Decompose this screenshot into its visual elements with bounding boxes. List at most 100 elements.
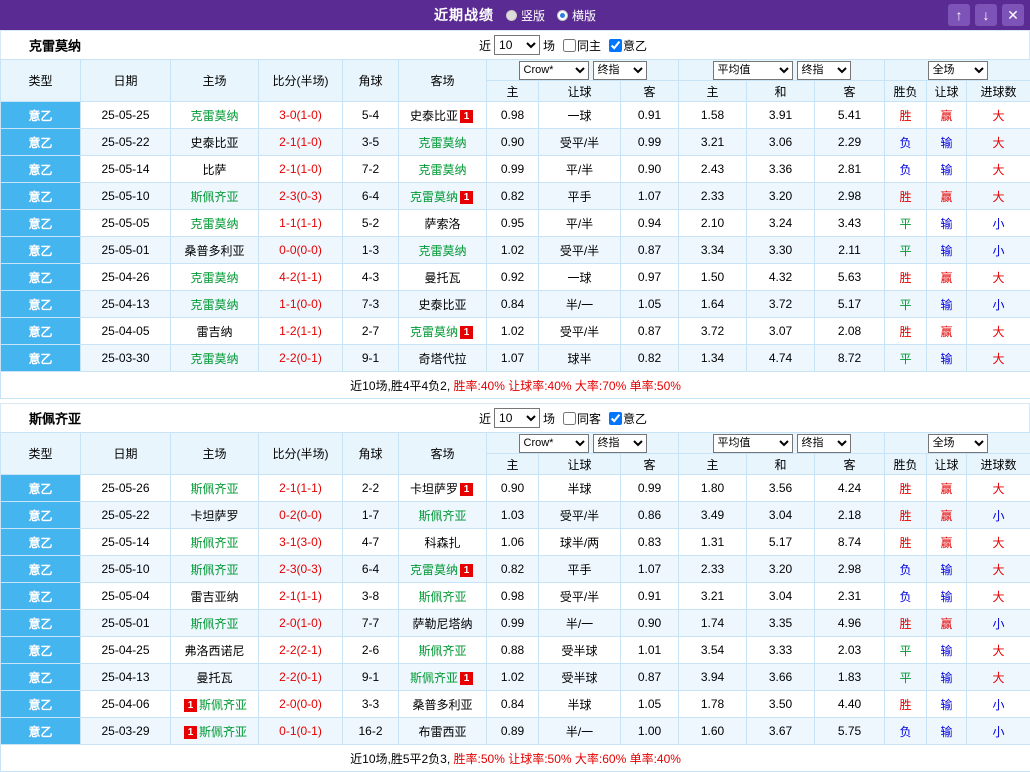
home-team-cell-name: 斯佩齐亚: [190, 563, 238, 577]
result-cell: 胜: [885, 610, 927, 637]
league-cell: 意乙: [1, 502, 81, 529]
asian-handicap: 受平/半: [539, 583, 621, 610]
euro-home-odds: 1.80: [679, 475, 747, 502]
home-team-cell: 斯佩齐亚: [171, 475, 259, 502]
score-cell[interactable]: 2-1(1-0): [259, 156, 343, 183]
header-select-group: Crow*终指: [487, 433, 679, 454]
euro-draw-odds: 3.30: [747, 237, 815, 264]
table-row: 意乙25-05-22卡坦萨罗0-2(0-0)1-7斯佩齐亚1.03受平/半0.8…: [1, 502, 1030, 529]
score-cell[interactable]: 2-3(0-3): [259, 183, 343, 210]
home-team-cell: 比萨: [171, 156, 259, 183]
move-up-button[interactable]: ↑: [948, 4, 970, 26]
result-cell: 平: [885, 664, 927, 691]
score-cell[interactable]: 2-2(2-1): [259, 637, 343, 664]
home-team-cell: 斯佩齐亚: [171, 556, 259, 583]
horizontal-layout-radio[interactable]: 横版: [557, 7, 596, 24]
table-row: 意乙25-04-13克雷莫纳1-1(0-0)7-3史泰比亚0.84半/一1.05…: [1, 291, 1030, 318]
score-cell[interactable]: 1-1(1-1): [259, 210, 343, 237]
euro-away-odds: 8.72: [815, 345, 885, 372]
league-cell: 意乙: [1, 156, 81, 183]
final-odds-select-2[interactable]: 终指: [797, 434, 851, 453]
date-cell: 25-05-10: [81, 183, 171, 210]
home-team-cell-name: 克雷莫纳: [190, 217, 238, 231]
goals-result-cell: 大: [967, 529, 1030, 556]
same-venue-label: 同客: [577, 410, 601, 427]
same-venue-option[interactable]: 同主: [563, 37, 601, 54]
corner-cell: 2-2: [343, 475, 399, 502]
league-cell: 意乙: [1, 183, 81, 210]
final-odds-select[interactable]: 终指: [593, 434, 647, 453]
league-only-option[interactable]: 意乙: [609, 410, 647, 427]
asian-home-odds: 0.90: [487, 475, 539, 502]
corner-cell: 6-4: [343, 556, 399, 583]
table-row: 意乙25-05-10斯佩齐亚2-3(0-3)6-4克雷莫纳10.82平手1.07…: [1, 556, 1030, 583]
rank-badge: 1: [460, 191, 473, 204]
asian-away-odds: 0.87: [621, 664, 679, 691]
corner-cell: 9-1: [343, 664, 399, 691]
score-cell[interactable]: 0-2(0-0): [259, 502, 343, 529]
recent-count-select[interactable]: 10: [494, 35, 540, 55]
score-cell[interactable]: 2-0(0-0): [259, 691, 343, 718]
final-odds-select[interactable]: 终指: [593, 61, 647, 80]
final-odds-select-2[interactable]: 终指: [797, 61, 851, 80]
rank-badge: 1: [460, 564, 473, 577]
result-cell: 胜: [885, 502, 927, 529]
full-match-select[interactable]: 全场: [928, 61, 988, 80]
close-button[interactable]: ✕: [1002, 4, 1024, 26]
score-cell[interactable]: 2-1(1-0): [259, 129, 343, 156]
score-cell[interactable]: 2-2(0-1): [259, 345, 343, 372]
asian-handicap: 一球: [539, 102, 621, 129]
away-team-cell-name: 克雷莫纳: [418, 244, 466, 258]
rank-badge: 1: [184, 699, 197, 712]
score-cell[interactable]: 2-1(1-1): [259, 583, 343, 610]
score-cell[interactable]: 1-2(1-1): [259, 318, 343, 345]
league-only-checkbox[interactable]: [609, 412, 622, 425]
euro-home-odds: 1.78: [679, 691, 747, 718]
score-cell[interactable]: 0-0(0-0): [259, 237, 343, 264]
radio-unselected-icon: [506, 10, 517, 21]
score-cell[interactable]: 1-1(0-0): [259, 291, 343, 318]
full-match-select[interactable]: 全场: [928, 434, 988, 453]
league-only-checkbox[interactable]: [609, 39, 622, 52]
away-team-cell: 斯佩齐亚: [399, 502, 487, 529]
rank-badge: 1: [460, 110, 473, 123]
same-venue-option[interactable]: 同客: [563, 410, 601, 427]
asian-away-odds: 0.82: [621, 345, 679, 372]
company-select[interactable]: Crow*: [519, 61, 589, 80]
score-cell[interactable]: 2-2(0-1): [259, 664, 343, 691]
euro-home-odds: 3.49: [679, 502, 747, 529]
recent-count-select[interactable]: 10: [494, 408, 540, 428]
home-team-cell-name: 桑普多利亚: [184, 244, 244, 258]
goals-result-cell: 小: [967, 691, 1030, 718]
average-select[interactable]: 平均值: [713, 61, 793, 80]
euro-draw-odds: 3.50: [747, 691, 815, 718]
score-cell[interactable]: 0-1(0-1): [259, 718, 343, 745]
asian-away-odds: 0.83: [621, 529, 679, 556]
asian-away-odds: 0.90: [621, 610, 679, 637]
horizontal-layout-label: 横版: [572, 7, 596, 24]
same-venue-checkbox[interactable]: [563, 39, 576, 52]
asian-handicap: 受平/半: [539, 129, 621, 156]
score-cell[interactable]: 3-0(1-0): [259, 102, 343, 129]
table-row: 意乙25-05-04雷吉亚纳2-1(1-1)3-8斯佩齐亚0.98受平/半0.9…: [1, 583, 1030, 610]
vertical-layout-radio[interactable]: 竖版: [506, 7, 545, 24]
asian-home-odds: 1.03: [487, 502, 539, 529]
average-select[interactable]: 平均值: [713, 434, 793, 453]
score-cell[interactable]: 2-0(1-0): [259, 610, 343, 637]
score-cell[interactable]: 3-1(3-0): [259, 529, 343, 556]
date-cell: 25-04-13: [81, 664, 171, 691]
away-team-cell-name: 克雷莫纳: [418, 136, 466, 150]
league-only-option[interactable]: 意乙: [609, 37, 647, 54]
score-cell[interactable]: 4-2(1-1): [259, 264, 343, 291]
euro-draw-odds: 3.67: [747, 718, 815, 745]
home-team-cell: 克雷莫纳: [171, 345, 259, 372]
score-cell[interactable]: 2-1(1-1): [259, 475, 343, 502]
asian-away-odds: 0.91: [621, 102, 679, 129]
subheader-客: 客: [815, 81, 885, 102]
move-down-button[interactable]: ↓: [975, 4, 997, 26]
subheader-让球: 让球: [539, 81, 621, 102]
same-venue-checkbox[interactable]: [563, 412, 576, 425]
filter-row: 斯佩齐亚 近 10 场 同客 意乙: [0, 403, 1030, 432]
company-select[interactable]: Crow*: [519, 434, 589, 453]
score-cell[interactable]: 2-3(0-3): [259, 556, 343, 583]
